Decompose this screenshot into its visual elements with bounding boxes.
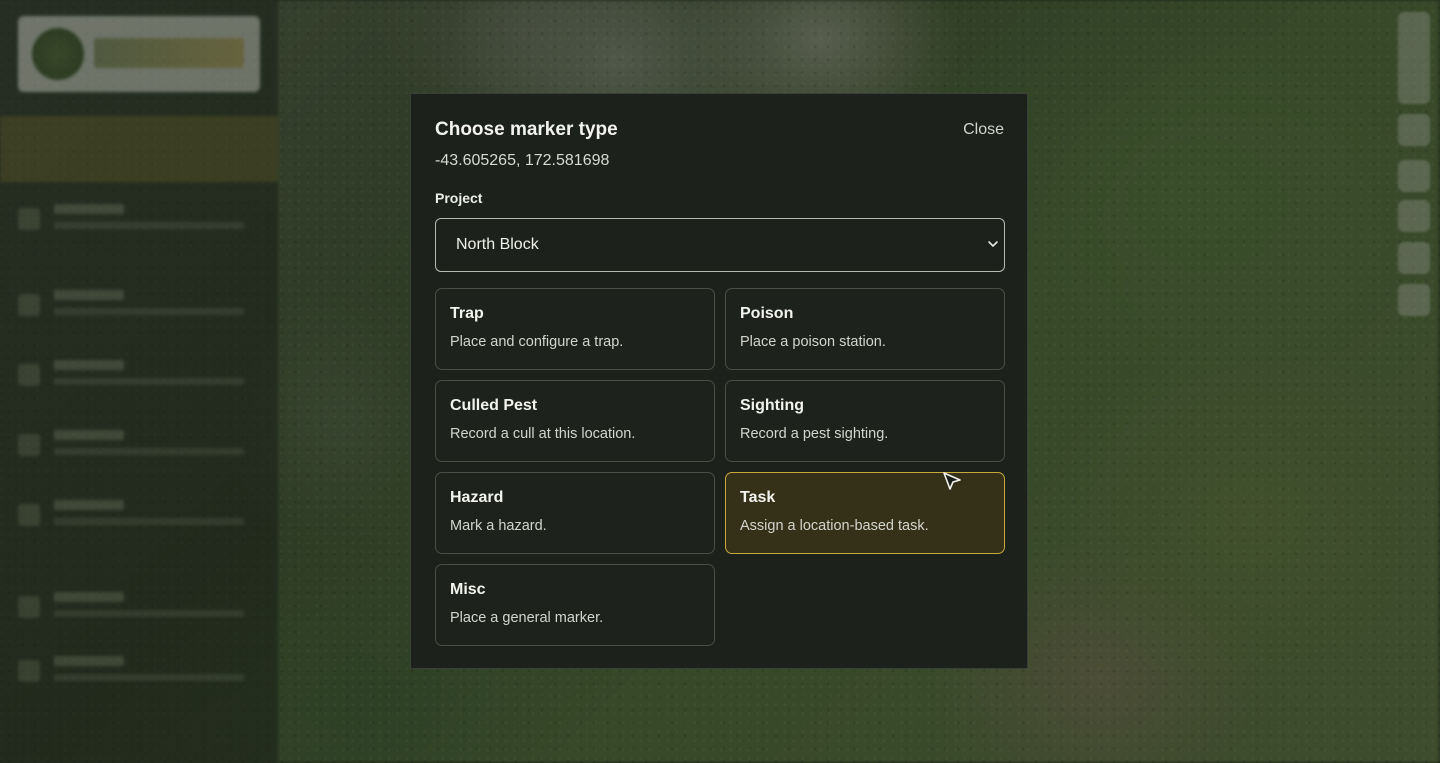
marker-option-description: Place and configure a trap. bbox=[450, 334, 624, 350]
marker-option-title: Misc bbox=[450, 581, 486, 598]
marker-option-description: Assign a location-based task. bbox=[740, 518, 929, 534]
chevron-down-icon bbox=[988, 241, 998, 247]
marker-option-hazard[interactable]: Hazard Mark a hazard. bbox=[435, 472, 715, 554]
marker-option-description: Mark a hazard. bbox=[450, 518, 547, 534]
project-select[interactable]: North Block bbox=[435, 218, 1005, 272]
marker-option-description: Place a general marker. bbox=[450, 610, 604, 626]
dialog-title: Choose marker type bbox=[435, 119, 618, 140]
marker-option-title: Culled Pest bbox=[450, 397, 538, 414]
marker-option-title: Poison bbox=[740, 305, 794, 322]
cursor-icon bbox=[943, 472, 961, 490]
marker-option-title: Trap bbox=[450, 305, 484, 322]
marker-option-misc[interactable]: Misc Place a general marker. bbox=[435, 564, 715, 646]
marker-option-description: Record a cull at this location. bbox=[450, 426, 636, 442]
marker-option-title: Sighting bbox=[740, 397, 804, 414]
project-label: Project bbox=[435, 190, 483, 206]
marker-option-title: Hazard bbox=[450, 489, 504, 506]
marker-type-dialog: Choose marker type Close -43.605265, 172… bbox=[410, 93, 1028, 669]
marker-option-trap[interactable]: Trap Place and configure a trap. bbox=[435, 288, 715, 370]
marker-option-title: Task bbox=[740, 489, 776, 506]
marker-option-poison[interactable]: Poison Place a poison station. bbox=[725, 288, 1005, 370]
marker-option-description: Place a poison station. bbox=[740, 334, 886, 350]
marker-option-description: Record a pest sighting. bbox=[740, 426, 889, 442]
marker-option-sighting[interactable]: Sighting Record a pest sighting. bbox=[725, 380, 1005, 462]
coordinates-readout: -43.605265, 172.581698 bbox=[435, 152, 610, 169]
marker-option-culled-pest[interactable]: Culled Pest Record a cull at this locati… bbox=[435, 380, 715, 462]
project-select-value: North Block bbox=[456, 236, 539, 253]
close-button[interactable]: Close bbox=[963, 121, 1004, 139]
